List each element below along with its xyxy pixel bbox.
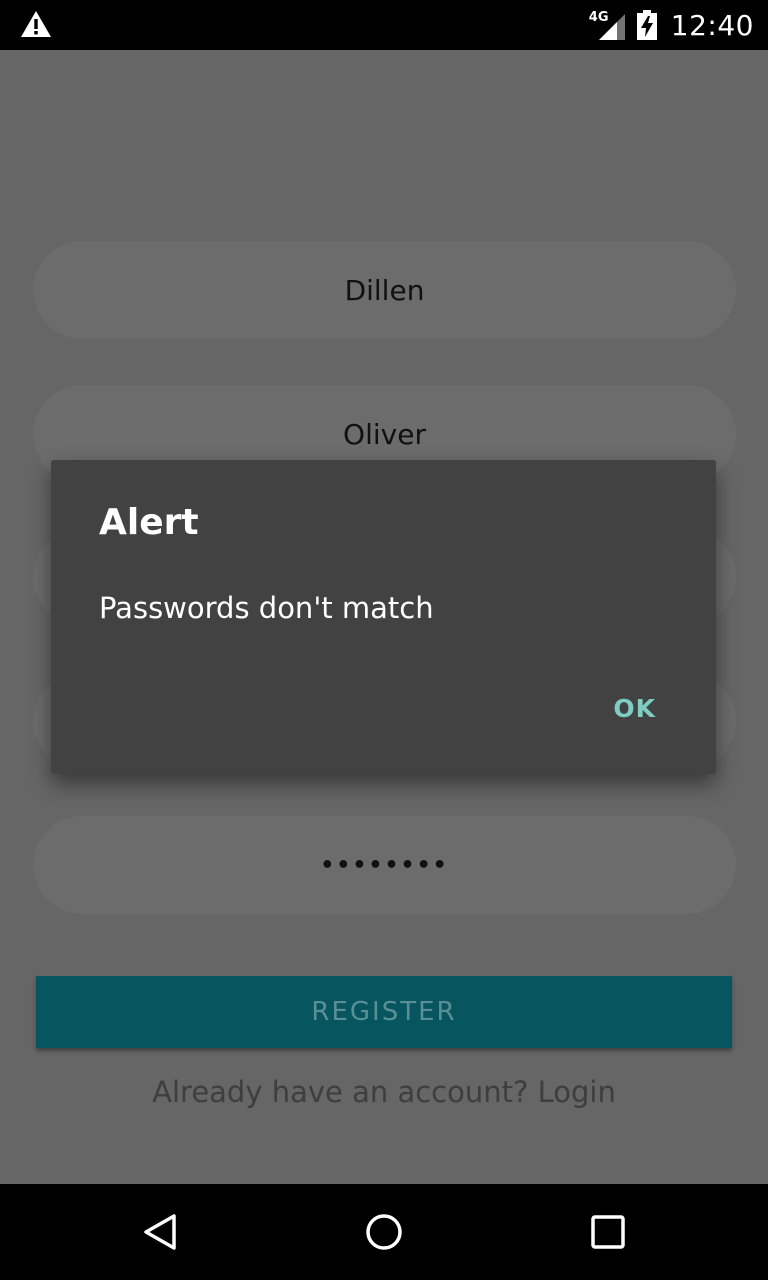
- dialog-message: Passwords don't match: [99, 591, 434, 625]
- recents-icon[interactable]: [588, 1212, 628, 1252]
- back-icon[interactable]: [140, 1212, 180, 1252]
- first-name-field[interactable]: Dillen: [33, 241, 736, 339]
- login-link[interactable]: Already have an account? Login: [0, 1075, 768, 1109]
- home-icon[interactable]: [364, 1212, 404, 1252]
- clock: 12:40: [670, 8, 754, 42]
- status-bar: 4G 12:40: [0, 0, 768, 50]
- network-indicator: 4G: [589, 10, 627, 40]
- battery-charging-icon: [636, 10, 657, 40]
- dialog-title: Alert: [99, 502, 199, 543]
- ok-button[interactable]: OK: [603, 690, 666, 727]
- warning-icon: [21, 11, 51, 37]
- register-button[interactable]: REGISTER: [36, 976, 732, 1048]
- alert-dialog: Alert Passwords don't match OK: [51, 460, 716, 774]
- navigation-bar: [0, 1184, 768, 1280]
- confirm-password-field[interactable]: ••••••••: [33, 816, 736, 914]
- signal-icon: [598, 14, 625, 40]
